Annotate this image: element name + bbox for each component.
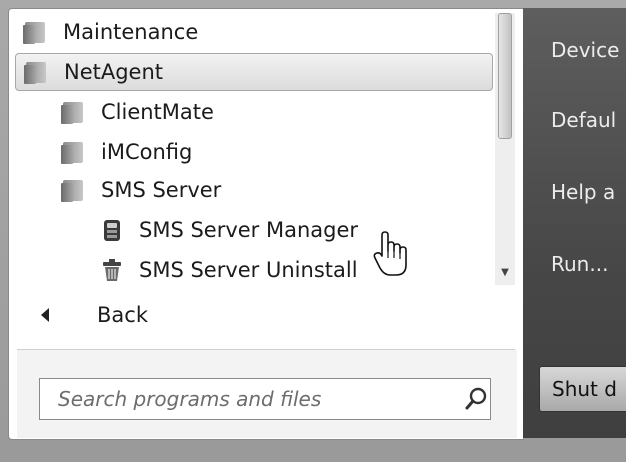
- program-label: NetAgent: [64, 60, 164, 84]
- folder-icon: [61, 140, 87, 164]
- search-area: [17, 350, 517, 438]
- scroll-thumb[interactable]: [498, 13, 512, 139]
- program-label: ClientMate: [101, 100, 214, 124]
- start-menu: Maintenance NetAgent ClientMate iMConfig…: [0, 0, 626, 462]
- program-label: SMS Server Uninstall: [139, 258, 358, 282]
- back-button[interactable]: Back: [15, 295, 515, 335]
- search-input[interactable]: [56, 386, 450, 412]
- scroll-down-icon[interactable]: ▼: [499, 268, 511, 278]
- programs-pane: Maintenance NetAgent ClientMate iMConfig…: [8, 8, 524, 440]
- programs-list: Maintenance NetAgent ClientMate iMConfig…: [15, 13, 493, 286]
- programs-scrollbar[interactable]: ▼: [495, 13, 515, 285]
- program-item-netagent[interactable]: NetAgent: [15, 53, 493, 91]
- program-item-imconfig[interactable]: iMConfig: [15, 133, 493, 171]
- shutdown-button[interactable]: Shut d: [539, 366, 626, 412]
- program-item-sms-server-manager[interactable]: SMS Server Manager: [15, 211, 493, 249]
- right-item-devices[interactable]: Device: [551, 38, 626, 62]
- program-label: Maintenance: [63, 20, 199, 44]
- program-item-clientmate[interactable]: ClientMate: [15, 93, 493, 131]
- program-item-sms-server[interactable]: SMS Server: [15, 171, 493, 209]
- program-item-sms-server-uninstall[interactable]: SMS Server Uninstall: [15, 251, 493, 289]
- program-label: iMConfig: [101, 140, 193, 164]
- folder-icon: [23, 20, 49, 44]
- right-pane: Device Defaul Help a Run... Shut d: [523, 8, 626, 438]
- right-item-default-programs[interactable]: Defaul: [551, 108, 626, 132]
- program-item-maintenance[interactable]: Maintenance: [15, 13, 493, 51]
- right-item-run[interactable]: Run...: [551, 252, 626, 276]
- server-manager-icon: [104, 220, 120, 241]
- search-box[interactable]: [39, 378, 491, 420]
- program-label: SMS Server Manager: [139, 218, 359, 242]
- folder-icon: [24, 60, 50, 84]
- folder-icon: [61, 178, 87, 202]
- search-icon[interactable]: [464, 386, 490, 412]
- program-label: SMS Server: [101, 178, 222, 202]
- back-label: Back: [97, 303, 148, 327]
- right-item-help[interactable]: Help a: [551, 180, 626, 204]
- folder-icon: [61, 100, 87, 124]
- hand-cursor-icon: [373, 231, 407, 276]
- back-arrow-icon: [41, 308, 49, 322]
- uninstall-icon: [103, 259, 121, 281]
